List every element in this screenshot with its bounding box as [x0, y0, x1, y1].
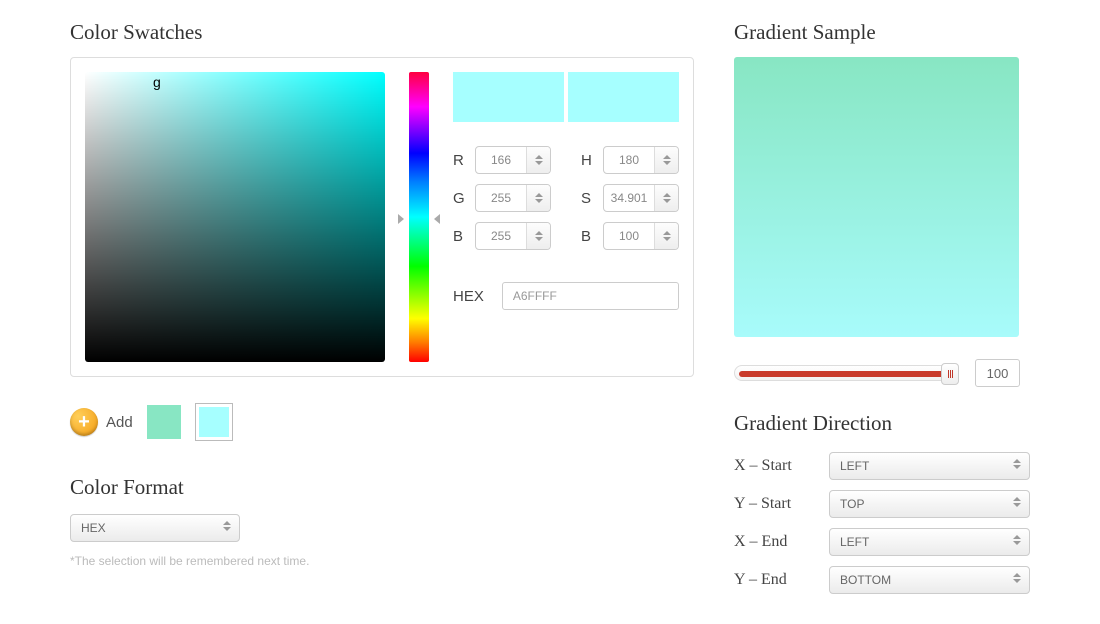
- y-end-value: BOTTOM: [840, 573, 891, 587]
- color-swatches-title: Color Swatches: [70, 20, 694, 45]
- s-input[interactable]: [604, 185, 654, 211]
- h-stepper[interactable]: [654, 147, 678, 173]
- slider-handle[interactable]: [941, 363, 959, 385]
- hsb-b-input[interactable]: [604, 223, 654, 249]
- slider-track: [739, 371, 949, 377]
- select-arrows-icon: [1013, 497, 1021, 507]
- b-input[interactable]: [476, 223, 526, 249]
- old-color-swatch: [568, 72, 679, 122]
- current-color-preview: [453, 72, 679, 122]
- plus-icon: +: [70, 408, 98, 436]
- saturation-value-area[interactable]: g: [85, 72, 385, 362]
- hsb-b-spinner[interactable]: [603, 222, 679, 250]
- hue-column: [399, 72, 439, 362]
- sv-marker: g: [153, 74, 161, 90]
- y-end-label: Y – End: [734, 571, 829, 589]
- color-format-value: HEX: [81, 521, 106, 535]
- h-spinner[interactable]: [603, 146, 679, 174]
- gradient-direction-title: Gradient Direction: [734, 411, 1030, 436]
- y-end-select[interactable]: BOTTOM: [829, 566, 1030, 594]
- y-start-label: Y – Start: [734, 495, 829, 513]
- x-end-select[interactable]: LEFT: [829, 528, 1030, 556]
- x-end-value: LEFT: [840, 535, 869, 549]
- hue-pointer-left: [399, 72, 405, 362]
- add-label: Add: [106, 414, 133, 431]
- hsb-b-label: B: [581, 228, 603, 245]
- x-start-value: LEFT: [840, 459, 869, 473]
- s-label: S: [581, 190, 603, 207]
- b-stepper[interactable]: [526, 223, 550, 249]
- add-swatch-button[interactable]: + Add: [70, 408, 133, 436]
- x-start-select[interactable]: LEFT: [829, 452, 1030, 480]
- h-label: H: [581, 152, 603, 169]
- g-label: G: [453, 190, 475, 207]
- g-stepper[interactable]: [526, 185, 550, 211]
- r-input[interactable]: [476, 147, 526, 173]
- swatch-1[interactable]: [147, 405, 181, 439]
- s-stepper[interactable]: [654, 185, 678, 211]
- gradient-slider[interactable]: [734, 365, 959, 381]
- hsb-b-stepper[interactable]: [654, 223, 678, 249]
- gradient-sample-title: Gradient Sample: [734, 20, 1030, 45]
- select-arrows-icon: [1013, 573, 1021, 583]
- hue-pointer-right: [433, 72, 439, 362]
- new-color-swatch: [453, 72, 564, 122]
- hex-input[interactable]: [502, 282, 679, 310]
- r-stepper[interactable]: [526, 147, 550, 173]
- select-arrows-icon: [1013, 459, 1021, 469]
- color-picker-panel: g R: [70, 57, 694, 377]
- b-label: B: [453, 228, 475, 245]
- y-start-select[interactable]: TOP: [829, 490, 1030, 518]
- select-arrows-icon: [223, 521, 231, 531]
- h-input[interactable]: [604, 147, 654, 173]
- select-arrows-icon: [1013, 535, 1021, 545]
- format-hint: *The selection will be remembered next t…: [70, 554, 694, 568]
- r-spinner[interactable]: [475, 146, 551, 174]
- swatch-2-selected[interactable]: [195, 403, 233, 441]
- b-spinner[interactable]: [475, 222, 551, 250]
- hex-label: HEX: [453, 288, 484, 305]
- hue-strip[interactable]: [409, 72, 429, 362]
- g-spinner[interactable]: [475, 184, 551, 212]
- g-input[interactable]: [476, 185, 526, 211]
- r-label: R: [453, 152, 475, 169]
- s-spinner[interactable]: [603, 184, 679, 212]
- gradient-sample-preview: [734, 57, 1019, 337]
- color-format-title: Color Format: [70, 475, 694, 500]
- color-format-select[interactable]: HEX: [70, 514, 240, 542]
- x-start-label: X – Start: [734, 457, 829, 475]
- slider-value-input[interactable]: [975, 359, 1020, 387]
- y-start-value: TOP: [840, 497, 864, 511]
- x-end-label: X – End: [734, 533, 829, 551]
